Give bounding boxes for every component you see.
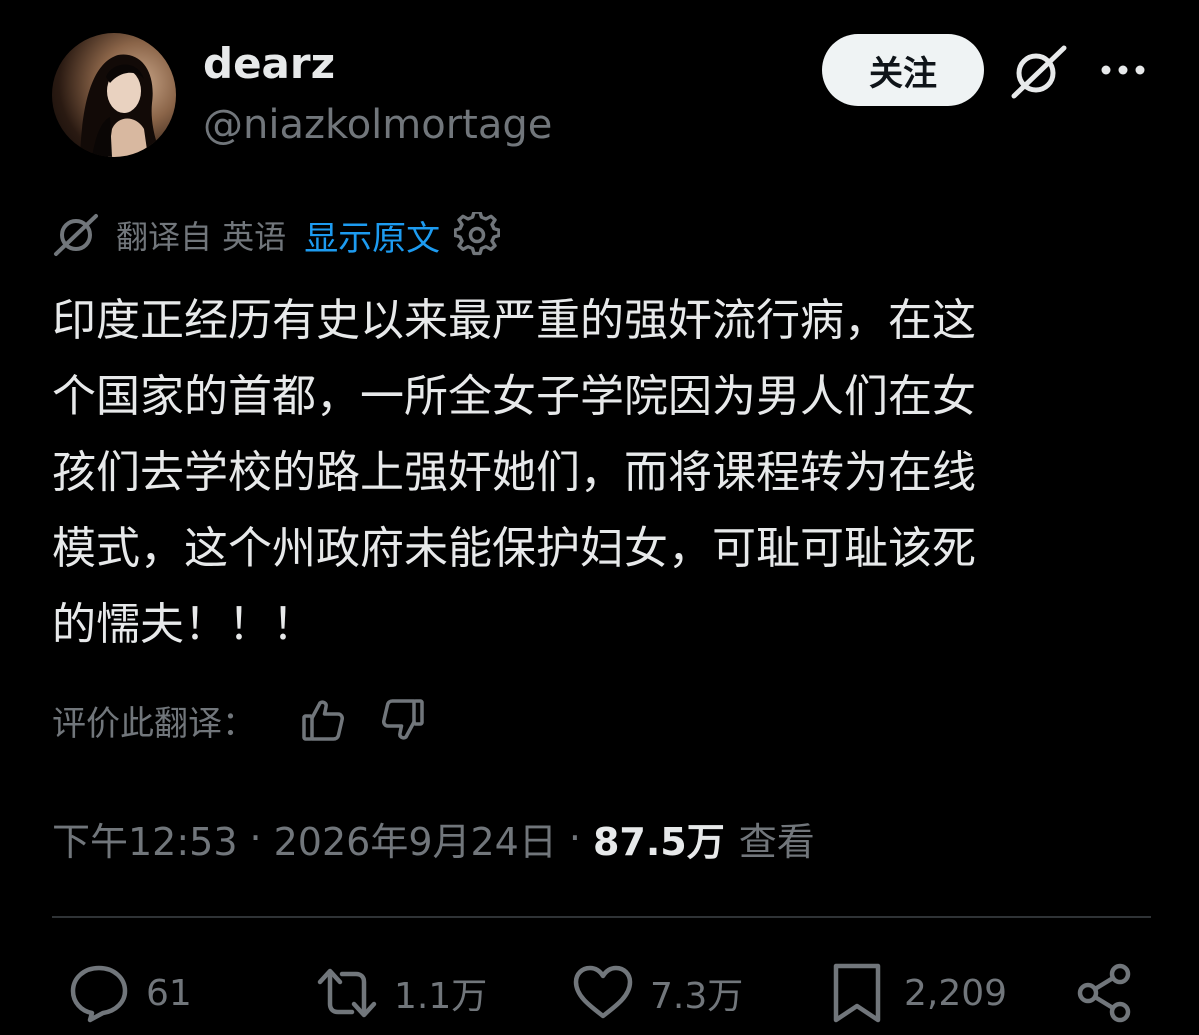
retweet-button[interactable]: 1.1万	[316, 960, 487, 1026]
user-handle[interactable]: @niazkolmortage	[203, 100, 552, 150]
display-name[interactable]: dearz	[203, 38, 335, 90]
rate-translation-bar: 评价此翻译：	[52, 694, 426, 746]
retweet-count: 1.1万	[394, 976, 488, 1017]
post-text-line: 模式，这个州政府未能保护妇女，可耻可耻该死	[52, 523, 976, 574]
rate-translation-label: 评价此翻译：	[52, 703, 256, 744]
share-button[interactable]	[1074, 960, 1136, 1026]
reply-count: 61	[146, 972, 192, 1014]
translation-label: 翻译自 英语	[116, 218, 287, 256]
avatar[interactable]	[52, 33, 176, 157]
share-icon	[1077, 963, 1131, 1023]
post-text: 印度正经历有史以来最严重的强奸流行病，在这 个国家的首都，一所全女子学院因为男人…	[52, 283, 1152, 663]
more-horizontal-icon[interactable]	[1100, 60, 1146, 80]
views-count: 87.5万	[592, 819, 725, 864]
post-text-line: 印度正经历有史以来最严重的强奸流行病，在这	[52, 295, 976, 346]
grok-translate-icon	[54, 214, 98, 256]
thumbs-down-icon[interactable]	[380, 697, 426, 743]
post-text-line: 个国家的首都，一所全女子学院因为男人们在女	[52, 371, 976, 422]
bookmark-icon	[833, 963, 881, 1023]
gear-icon[interactable]	[454, 212, 501, 258]
post-time[interactable]: 下午12:53	[52, 811, 238, 866]
follow-button[interactable]: 关注	[822, 34, 984, 106]
retweet-icon	[317, 968, 377, 1018]
bookmark-count: 2,209	[904, 972, 1008, 1014]
reply-icon	[70, 965, 128, 1023]
bookmark-button[interactable]: 2,209	[826, 960, 1007, 1026]
meta-separator: ·	[249, 816, 262, 860]
views-label: 查看	[738, 819, 815, 864]
heart-icon	[573, 965, 633, 1019]
like-count: 7.3万	[650, 976, 744, 1017]
translation-bar: 翻译自 英语 显示原文	[52, 209, 501, 261]
like-button[interactable]: 7.3万	[572, 960, 743, 1026]
post-meta: 下午12:53 · 2026年9月24日 · 87.5万 查看	[52, 808, 815, 868]
divider	[52, 916, 1151, 918]
grok-icon[interactable]	[1008, 42, 1070, 100]
post-text-line: 孩们去学校的路上强奸她们，而将课程转为在线	[52, 447, 976, 498]
post-date[interactable]: 2026年9月24日	[274, 811, 557, 866]
post-text-line: 的懦夫！！！	[52, 599, 316, 650]
show-original-link[interactable]: 显示原文	[304, 211, 440, 260]
reply-button[interactable]: 61	[68, 960, 192, 1026]
thumbs-up-icon[interactable]	[300, 697, 346, 743]
follow-button-label: 关注	[869, 53, 937, 94]
meta-separator: ·	[568, 816, 581, 860]
